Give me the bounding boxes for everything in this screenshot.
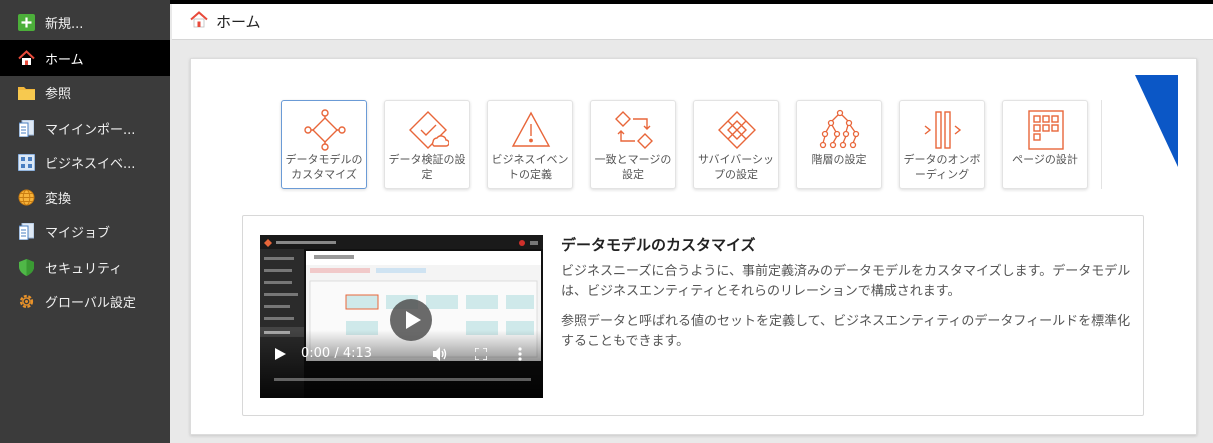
sidebar-item-global-settings[interactable]: グローバル設定: [0, 283, 170, 319]
business-event-icon: [18, 153, 35, 171]
jobs-icon: [18, 222, 35, 240]
video-progress-bar[interactable]: [274, 378, 531, 381]
home-icon: [18, 49, 35, 67]
tile-label: データモデルのカスタマイズ: [285, 153, 363, 181]
page-design-icon: [1028, 110, 1064, 150]
detail-card: 0:00 / 4:13 データモデルのカスタマイズ ビジネスニーズに合うように、…: [242, 215, 1144, 416]
tile-page-design[interactable]: ページの設計: [1002, 100, 1088, 189]
home-panel: データモデルのカスタマイズ データ検証の設定 ビジネスイベントの定義 一致とマー…: [190, 58, 1197, 435]
more-options-icon[interactable]: [518, 347, 522, 365]
tile-match-merge[interactable]: 一致とマージの設定: [590, 100, 676, 189]
sidebar-item-label: ビジネスイベ...: [45, 156, 136, 172]
sidebar-item-transform[interactable]: 変換: [0, 179, 170, 215]
detail-paragraph: 参照データと呼ばれる値のセットを定義して、ビジネスエンティティのデータフィールド…: [561, 314, 1131, 349]
video-time: 0:00 / 4:13: [301, 346, 373, 361]
tile-label: ページの設計: [1012, 153, 1078, 166]
tile-partial-edge: [1101, 100, 1107, 189]
tile-label: データのオンボーディング: [903, 153, 981, 181]
tile-data-onboarding[interactable]: データのオンボーディング: [899, 100, 985, 189]
video-app-header: [260, 235, 543, 249]
data-model-icon: [304, 109, 346, 151]
tile-business-events[interactable]: ビジネスイベントの定義: [487, 100, 573, 189]
detail-paragraph: ビジネスニーズに合うように、事前定義済みのデータモデルをカスタマイズします。デー…: [561, 264, 1131, 299]
fullscreen-icon[interactable]: [474, 347, 488, 364]
play-icon[interactable]: [275, 348, 286, 364]
sidebar-item-label: マイジョブ: [45, 225, 111, 241]
tile-label: サバイバーシップの設定: [697, 153, 775, 181]
shield-icon: [18, 258, 35, 276]
volume-icon[interactable]: [433, 347, 448, 365]
sidebar-item-home[interactable]: ホーム: [0, 40, 170, 76]
sidebar-item-label: マイインポー...: [45, 122, 136, 138]
sidebar-item-label: 変換: [45, 191, 72, 207]
brand-corner-graphic: [1135, 75, 1178, 167]
onboarding-icon: [924, 111, 962, 149]
tile-label: データ検証の設定: [388, 153, 466, 181]
tile-hierarchy[interactable]: 階層の設定: [796, 100, 882, 189]
folder-icon: [18, 84, 35, 101]
sidebar-item-label: セキュリティ: [45, 261, 123, 277]
page-header: ホーム: [172, 4, 1213, 40]
tile-label: ビジネスイベントの定義: [491, 153, 569, 181]
sidebar-item-my-imports[interactable]: マイインポー...: [0, 110, 170, 146]
sidebar: 新規... ホーム 参照 マイインポー... ビジネスイベ... 変換 マイジョ…: [0, 0, 170, 443]
detail-title: データモデルのカスタマイズ: [561, 236, 756, 254]
sidebar-item-label: 新規...: [45, 16, 84, 32]
sidebar-item-security[interactable]: セキュリティ: [0, 249, 170, 285]
home-icon: [190, 11, 208, 32]
sidebar-item-new[interactable]: 新規...: [0, 4, 170, 40]
sidebar-item-label: ホーム: [45, 52, 84, 68]
sidebar-item-business-events[interactable]: ビジネスイベ...: [0, 144, 170, 180]
tile-label: 一致とマージの設定: [594, 153, 672, 181]
gear-icon: [18, 293, 35, 310]
match-merge-icon: [615, 111, 653, 149]
tile-label: 階層の設定: [811, 153, 867, 166]
page-title: ホーム: [216, 13, 261, 31]
sidebar-item-label: 参照: [45, 86, 72, 102]
video-player[interactable]: 0:00 / 4:13: [260, 235, 543, 398]
globe-icon: [18, 189, 35, 206]
sidebar-item-browse[interactable]: 参照: [0, 74, 170, 110]
data-validation-icon: [409, 111, 449, 149]
tile-customize-data-model[interactable]: データモデルのカスタマイズ: [281, 100, 367, 189]
sidebar-item-label: グローバル設定: [45, 295, 136, 311]
import-icon: [18, 119, 35, 137]
warning-icon: [511, 111, 551, 147]
tile-data-validation[interactable]: データ検証の設定: [384, 100, 470, 189]
plus-icon: [18, 13, 35, 31]
play-button-overlay[interactable]: [390, 299, 432, 341]
tile-survivorship[interactable]: サバイバーシップの設定: [693, 100, 779, 189]
survivorship-icon: [718, 111, 756, 149]
sidebar-item-my-jobs[interactable]: マイジョブ: [0, 213, 170, 249]
hierarchy-icon: [819, 109, 860, 149]
